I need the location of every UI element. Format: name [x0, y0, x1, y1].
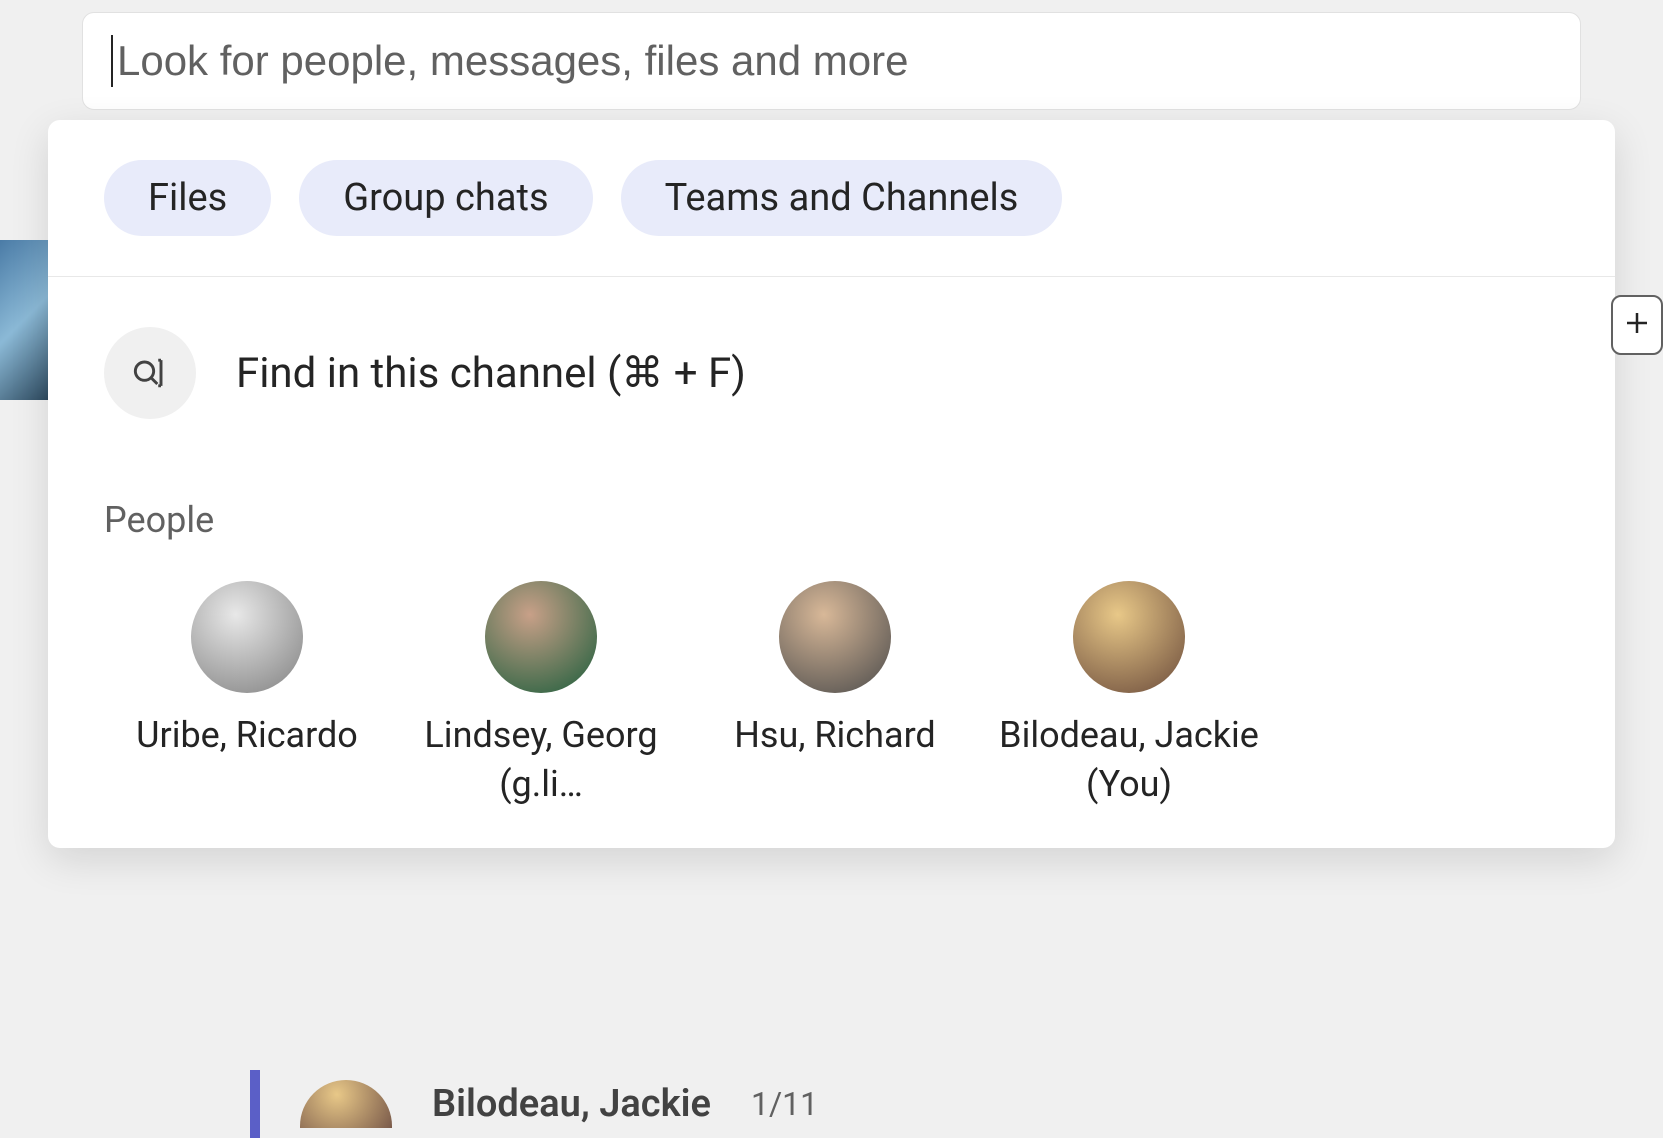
add-button[interactable]: [1611, 295, 1663, 355]
avatar: [300, 1080, 392, 1128]
partial-message-row: Bilodeau, Jackie 1/11: [250, 1070, 818, 1138]
person-item[interactable]: Uribe, Ricardo: [104, 581, 390, 808]
avatar: [779, 581, 891, 693]
search-input[interactable]: [117, 37, 1552, 85]
person-name: Uribe, Ricardo: [136, 711, 358, 760]
people-section-label: People: [48, 449, 1615, 551]
chip-label: Files: [148, 176, 227, 220]
avatar: [485, 581, 597, 693]
person-name: Bilodeau, Jackie (You): [989, 711, 1269, 808]
timestamp-fragment: 1/11: [751, 1085, 818, 1123]
chip-label: Group chats: [343, 176, 548, 220]
avatar: [1073, 581, 1185, 693]
person-item[interactable]: Hsu, Richard: [692, 581, 978, 808]
search-bar[interactable]: [82, 12, 1581, 110]
background-avatar-fragment: [0, 240, 48, 400]
person-name: Hsu, Richard: [734, 711, 935, 760]
avatar: [191, 581, 303, 693]
find-in-channel-label: Find in this channel (⌘ + F): [236, 348, 746, 398]
chip-teams-and-channels[interactable]: Teams and Channels: [621, 160, 1063, 236]
find-in-channel-icon: [104, 327, 196, 419]
author-name: Bilodeau, Jackie: [432, 1082, 711, 1126]
chip-group-chats[interactable]: Group chats: [299, 160, 592, 236]
chip-label: Teams and Channels: [665, 176, 1019, 220]
text-cursor: [111, 35, 113, 87]
unread-indicator: [250, 1070, 260, 1138]
people-row: Uribe, Ricardo Lindsey, Georg (g.li… Hsu…: [48, 551, 1615, 808]
filter-chip-row: Files Group chats Teams and Channels: [48, 120, 1615, 277]
person-name: Lindsey, Georg (g.li…: [401, 711, 681, 808]
person-item[interactable]: Bilodeau, Jackie (You): [986, 581, 1272, 808]
find-in-channel-item[interactable]: Find in this channel (⌘ + F): [48, 277, 1615, 449]
chip-files[interactable]: Files: [104, 160, 271, 236]
search-suggestions-dropdown: Files Group chats Teams and Channels Fin…: [48, 120, 1615, 848]
person-item[interactable]: Lindsey, Georg (g.li…: [398, 581, 684, 808]
plus-icon: [1622, 303, 1652, 348]
